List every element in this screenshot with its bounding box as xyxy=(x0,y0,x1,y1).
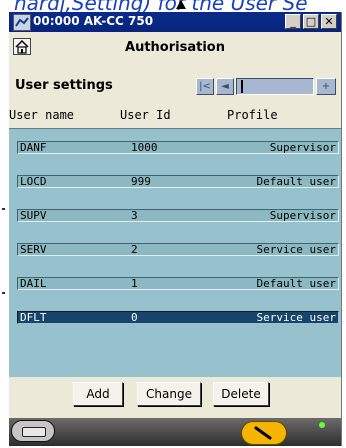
background-document-strip: hardj,Setting) for the User Se xyxy=(0,0,346,12)
minimize-button[interactable]: _ xyxy=(285,14,301,29)
network-icon xyxy=(13,14,31,31)
column-header-user-id: User Id xyxy=(120,108,171,122)
user-name-cell: DFLT xyxy=(20,311,47,324)
authorisation-window: 00:000 AK-CC 750 _ □ ✕ Authorisation Use… xyxy=(8,12,342,446)
device-icon[interactable] xyxy=(11,420,55,442)
background-text: hardj,Setting) for the User Se xyxy=(14,0,308,12)
user-row[interactable]: SUPV 3 Supervisor xyxy=(17,209,339,222)
led-icon xyxy=(319,422,325,428)
user-profile-cell: Supervisor xyxy=(269,209,336,222)
user-profile-cell: Default user xyxy=(256,175,336,188)
user-name-cell: LOCD xyxy=(20,175,47,188)
user-profile-cell: Default user xyxy=(256,277,336,290)
user-id-cell: 1000 xyxy=(131,141,158,154)
user-profile-cell: Supervisor xyxy=(269,141,336,154)
user-row-selected[interactable]: DFLT 0 Service user xyxy=(17,311,339,324)
add-button[interactable]: Add xyxy=(73,382,123,406)
user-row[interactable]: DAIL 1 Default user xyxy=(17,277,339,290)
user-row[interactable]: DANF 1000 Supervisor xyxy=(17,141,339,154)
user-name-cell: SUPV xyxy=(20,209,47,222)
change-button[interactable]: Change xyxy=(137,382,201,406)
side-mark xyxy=(2,292,5,294)
user-id-cell: 3 xyxy=(131,209,138,222)
next-record-button[interactable]: + xyxy=(316,78,336,95)
user-list: DANF 1000 Supervisor LOCD 999 Default us… xyxy=(9,128,341,377)
user-settings-label: User settings xyxy=(15,78,113,93)
window-title: 00:000 AK-CC 750 xyxy=(33,14,154,28)
status-bar xyxy=(9,418,341,446)
previous-record-button[interactable]: ◄ xyxy=(216,78,234,95)
wrench-icon[interactable] xyxy=(241,421,287,445)
user-name-cell: SERV xyxy=(20,243,47,256)
first-record-button[interactable]: |< xyxy=(196,78,214,95)
device-icon-body xyxy=(22,427,46,437)
user-id-cell: 999 xyxy=(131,175,151,188)
user-name-cell: DAIL xyxy=(20,277,47,290)
user-profile-cell: Service user xyxy=(256,243,336,256)
side-mark xyxy=(2,208,5,210)
column-header-profile: Profile xyxy=(227,108,278,122)
user-row[interactable]: LOCD 999 Default user xyxy=(17,175,339,188)
user-name-cell: DANF xyxy=(20,141,47,154)
text-caret xyxy=(241,80,243,93)
page-title: Authorisation xyxy=(125,40,225,55)
mouse-cursor-icon xyxy=(176,0,186,9)
delete-button[interactable]: Delete xyxy=(213,382,269,406)
user-id-cell: 2 xyxy=(131,243,138,256)
user-profile-cell: Service user xyxy=(256,311,336,324)
user-id-cell: 0 xyxy=(131,311,138,324)
user-row[interactable]: SERV 2 Service user xyxy=(17,243,339,256)
column-header-user-name: User name xyxy=(9,108,75,122)
user-id-cell: 1 xyxy=(131,277,138,290)
record-field[interactable] xyxy=(236,78,314,95)
maximize-button[interactable]: □ xyxy=(303,14,319,29)
close-button[interactable]: ✕ xyxy=(321,14,337,29)
window-titlebar[interactable]: 00:000 AK-CC 750 _ □ ✕ xyxy=(9,12,341,32)
